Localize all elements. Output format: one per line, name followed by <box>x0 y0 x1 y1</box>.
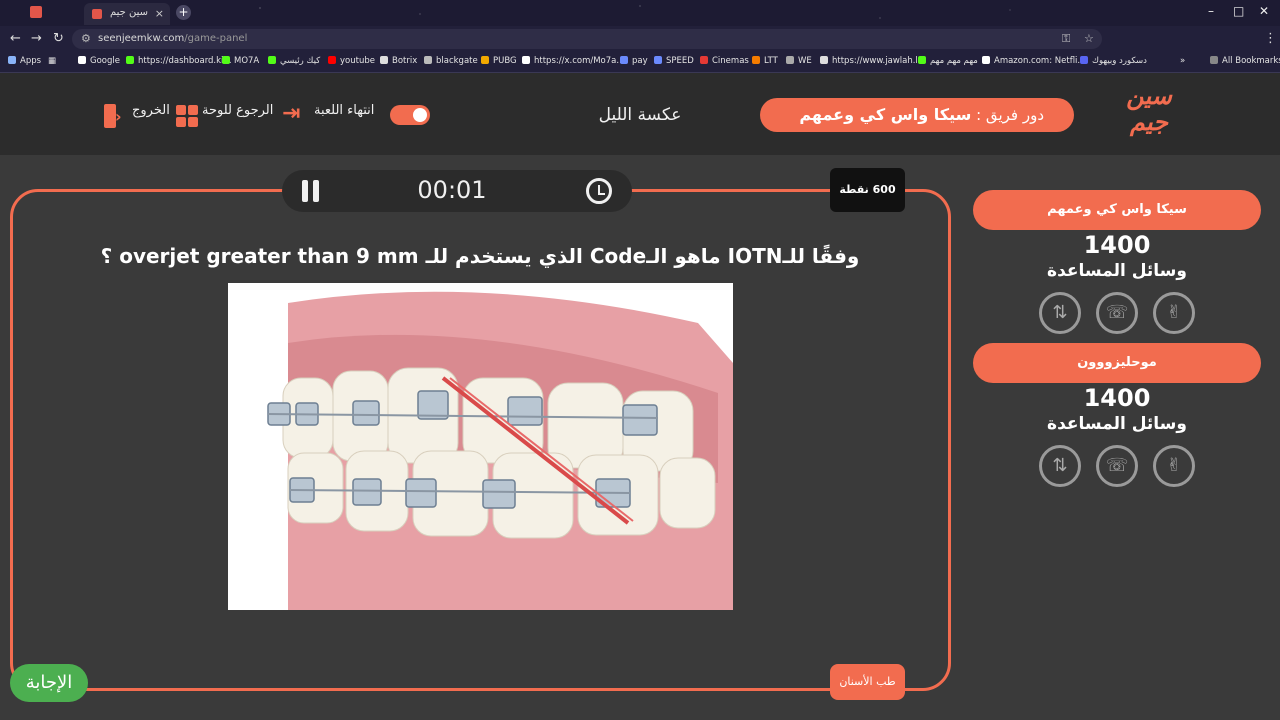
address-bar: ← → ↻ ⚙ seenjeemkw.com/game-panel ⚿ ☆ ⋮ <box>0 26 1280 69</box>
tab-title: سين جيم <box>110 7 149 18</box>
bookmark-important[interactable]: مهم مهم مهم <box>918 56 978 66</box>
swap-icon[interactable]: ⇅ <box>1039 445 1081 487</box>
reload-icon[interactable]: ↻ <box>53 31 64 46</box>
bookmark-grid-icon[interactable]: ▦ <box>48 56 56 66</box>
question-image <box>228 283 733 610</box>
exit-button[interactable]: الخروج <box>132 103 170 129</box>
phone-icon[interactable]: ☏ <box>1096 292 1138 334</box>
end-game-label[interactable]: انتهاء اللعبة <box>314 103 374 129</box>
category-badge: طب الأسنان <box>830 664 905 700</box>
bookmark-amazon[interactable]: Amazon.com: Netfli... <box>982 56 1086 66</box>
timer: 00:01 <box>417 176 487 204</box>
bookmark-dashboard[interactable]: https://dashboard.ki... <box>126 56 232 66</box>
bookmark-google[interactable]: Google <box>78 56 120 66</box>
team-name-pill: موحليزووون <box>973 343 1261 383</box>
bookmark-pay[interactable]: pay <box>620 56 648 66</box>
braces-illustration <box>228 283 733 610</box>
answer-button[interactable]: الإجابة <box>10 664 88 702</box>
bookmark-star-icon[interactable]: ☆ <box>1084 32 1094 45</box>
bookmark-discord[interactable]: دسكورد وبيهوك <box>1080 56 1147 66</box>
menu-icon[interactable]: ⋮ <box>1264 31 1277 46</box>
exit-door-icon[interactable]: › <box>104 104 126 128</box>
bookmark-blackgate[interactable]: blackgate <box>424 56 478 66</box>
victory-hand-icon[interactable]: ✌ <box>1153 445 1195 487</box>
forward-icon[interactable]: → <box>31 31 42 46</box>
points-badge: 600 نقطة <box>830 168 905 212</box>
team-score: 1400 <box>1083 384 1151 412</box>
team-turn-indicator: دور فريق : سيكا واس كي وعمهم <box>760 98 1074 132</box>
site-info-icon[interactable]: ⚙ <box>81 32 91 45</box>
bookmark-ltt[interactable]: LTT <box>752 56 778 66</box>
reset-timer-icon[interactable] <box>586 178 612 204</box>
help-tools-label: وسائل المساعدة <box>1047 261 1187 281</box>
team-name-pill: سيكا واس كي وعمهم <box>973 190 1261 230</box>
arrow-right-icon[interactable]: ⇥ <box>282 103 306 126</box>
bookmark-kick[interactable]: كيك رئيسي <box>268 56 320 66</box>
pause-icon[interactable] <box>302 180 320 202</box>
bookmark-we[interactable]: WE <box>786 56 812 66</box>
turn-team-name: سيكا واس كي وعمهم <box>799 105 972 124</box>
back-to-board-button[interactable]: الرجوع للوحة <box>202 103 273 129</box>
key-icon[interactable]: ⚿ <box>1062 32 1070 46</box>
turn-prefix: دور فريق : <box>971 106 1044 124</box>
bookmark-botrix[interactable]: Botrix <box>380 56 417 66</box>
browser-tab-strip: سين جيم × + – □ ✕ <box>0 0 1280 26</box>
url-input[interactable]: ⚙ seenjeemkw.com/game-panel ⚿ ☆ <box>72 29 1102 49</box>
bookmarks-bar: Apps ▦ Google https://dashboard.ki... MO… <box>0 52 1280 73</box>
game-name: عكسة الليل <box>598 105 682 125</box>
board-grid-icon[interactable] <box>176 105 198 127</box>
bookmark-x[interactable]: https://x.com/Mo7a... <box>522 56 624 66</box>
bookmark-apps[interactable]: Apps <box>8 56 41 66</box>
game-header: سين جيم دور فريق : سيكا واس كي وعمهم عكس… <box>0 73 1280 155</box>
end-game-toggle[interactable] <box>390 105 430 125</box>
minimize-icon[interactable]: – <box>1208 4 1214 18</box>
back-icon[interactable]: ← <box>10 31 21 46</box>
tab-favicon-icon <box>92 9 102 19</box>
browser-tab[interactable]: سين جيم × <box>84 3 170 25</box>
phone-icon[interactable]: ☏ <box>1096 445 1138 487</box>
maximize-icon[interactable]: □ <box>1233 4 1244 18</box>
bookmark-jawlah[interactable]: https://www.jawlah.l... <box>820 56 926 66</box>
app-icon <box>30 6 42 18</box>
victory-hand-icon[interactable]: ✌ <box>1153 292 1195 334</box>
url-host: seenjeemkw.com <box>98 33 185 44</box>
swap-icon[interactable]: ⇅ <box>1039 292 1081 334</box>
bookmark-youtube[interactable]: youtube <box>328 56 375 66</box>
bookmarks-overflow-icon[interactable]: » <box>1180 56 1185 66</box>
team-score: 1400 <box>1083 231 1151 259</box>
close-tab-icon[interactable]: × <box>155 7 164 20</box>
bookmark-speed[interactable]: SPEED <box>654 56 694 66</box>
logo: سين جيم <box>1126 82 1172 136</box>
all-bookmarks[interactable]: All Bookmarks <box>1210 56 1280 66</box>
toggle-knob <box>413 108 427 122</box>
bookmark-mo7a[interactable]: MO7A <box>222 56 259 66</box>
close-window-icon[interactable]: ✕ <box>1259 4 1269 18</box>
bookmark-cinemas[interactable]: Cinemas <box>700 56 749 66</box>
bookmark-pubg[interactable]: PUBG <box>481 56 517 66</box>
url-path: /game-panel <box>184 33 248 44</box>
question-text: وفقًا للـIOTN ماهو الـCode الذي يستخدم ل… <box>100 244 860 268</box>
new-tab-button[interactable]: + <box>176 5 191 20</box>
help-tools-label: وسائل المساعدة <box>1047 414 1187 434</box>
